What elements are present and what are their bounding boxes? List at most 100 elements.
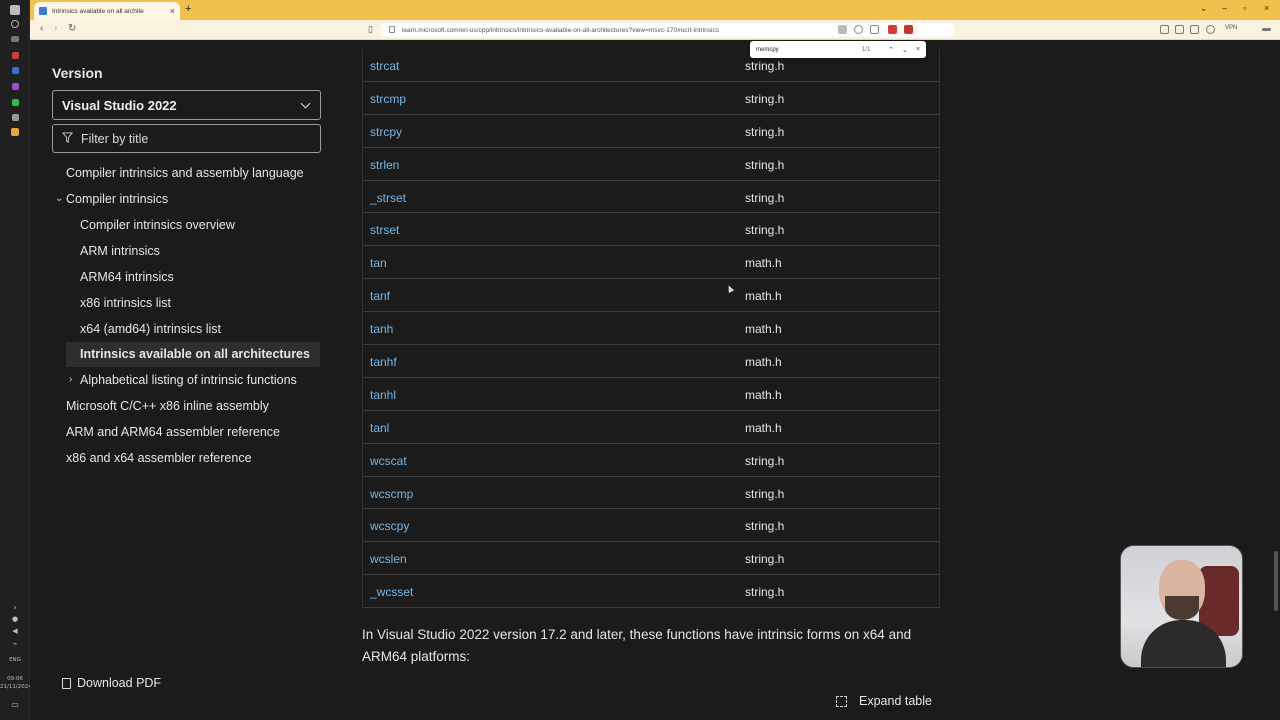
header-file-cell: math.h [745, 322, 782, 337]
version-label: Version [52, 65, 103, 81]
reader-mode-icon[interactable] [838, 25, 847, 34]
function-link[interactable]: wcscpy [370, 519, 409, 533]
app-icon-blue[interactable] [12, 67, 19, 74]
network-icon[interactable]: ⌁ [0, 641, 30, 648]
page-scrollbar[interactable] [1272, 41, 1280, 720]
extension-alert-icon[interactable] [904, 25, 913, 34]
extension-shield-icon[interactable] [888, 25, 897, 34]
notification-icon[interactable]: ▭ [0, 701, 30, 709]
function-link[interactable]: strlen [370, 158, 399, 172]
browser-app-icon[interactable] [11, 128, 19, 136]
tab-close-icon[interactable]: × [170, 6, 175, 16]
back-icon[interactable]: ‹ [40, 23, 43, 34]
function-link[interactable]: wcscat [370, 454, 407, 468]
downloads-icon[interactable] [1160, 25, 1169, 34]
toc-item-x86-intrinsics[interactable]: x86 intrinsics list [80, 296, 171, 310]
chevron-down-icon[interactable]: ⌄ [55, 193, 63, 204]
header-file-cell: math.h [745, 355, 782, 370]
function-link[interactable]: tanl [370, 421, 389, 435]
function-link[interactable]: tan [370, 256, 387, 270]
toc-item-arm-intrinsics[interactable]: ARM intrinsics [80, 244, 160, 258]
expand-table-button[interactable]: Expand table [836, 694, 932, 708]
volume-icon[interactable]: ◀ [0, 628, 30, 635]
toc-item-x86-inline-assembly[interactable]: Microsoft C/C++ x86 inline assembly [66, 399, 269, 413]
function-link[interactable]: wcscmp [370, 487, 413, 501]
zoom-icon[interactable] [854, 25, 863, 34]
table-row: tanl math.h [363, 410, 939, 444]
browser-tab-active[interactable]: Intrinsics available on all archite × [34, 2, 180, 20]
minimize-icon[interactable]: – [1222, 3, 1227, 13]
reload-icon[interactable]: ↻ [68, 23, 76, 34]
header-file-cell: string.h [745, 124, 785, 139]
header-file-cell: string.h [745, 157, 785, 172]
toc-item-all-architectures[interactable]: Intrinsics available on all architecture… [80, 347, 310, 361]
url-text[interactable]: learn.microsoft.com/en-us/cpp/intrinsics… [402, 27, 719, 34]
clock-date[interactable]: 21/11/2024 [0, 684, 32, 691]
search-icon[interactable] [11, 20, 19, 28]
tab-list-chevron-icon[interactable]: ⌄ [1200, 3, 1208, 14]
page-favicon-icon [39, 7, 47, 15]
download-pdf-link[interactable]: Download PDF [62, 676, 161, 690]
menu-icon[interactable] [1262, 28, 1271, 31]
function-link[interactable]: strcmp [370, 92, 406, 106]
app-icon-purple[interactable] [12, 83, 19, 90]
bookmark-icon[interactable]: ▯ [368, 24, 373, 35]
content-paragraph: In Visual Studio 2022 version 17.2 and l… [362, 627, 912, 664]
find-input[interactable]: memcpy [756, 47, 862, 53]
clock-time[interactable]: 09:06 [0, 676, 30, 683]
share-icon[interactable] [870, 25, 879, 34]
toc-item-compiler-intrinsics-overview[interactable]: Compiler intrinsics overview [80, 218, 235, 232]
function-link[interactable]: strset [370, 223, 399, 237]
maximize-icon[interactable]: ▫ [1243, 3, 1246, 13]
function-link[interactable]: strcpy [370, 125, 402, 139]
table-row: wcscmp string.h [363, 476, 939, 510]
function-link[interactable]: tanh [370, 322, 393, 336]
function-link[interactable]: tanf [370, 289, 390, 303]
toc-item-compiler-intrinsics-and-assembly[interactable]: Compiler intrinsics and assembly languag… [66, 166, 304, 180]
toc-item-arm-assembler-reference[interactable]: ARM and ARM64 assembler reference [66, 425, 280, 439]
language-indicator[interactable]: ENG [0, 657, 30, 664]
forward-icon[interactable]: › [54, 23, 57, 34]
wallet-icon[interactable] [1190, 25, 1199, 34]
toc-item-compiler-intrinsics[interactable]: Compiler intrinsics [66, 192, 168, 206]
chevron-right-icon[interactable]: › [69, 374, 72, 385]
close-window-icon[interactable]: × [1264, 3, 1269, 13]
taskview-icon[interactable] [11, 36, 19, 42]
function-link[interactable]: tanhl [370, 388, 396, 402]
function-link[interactable]: wcslen [370, 552, 407, 566]
tray-chevron-icon[interactable]: › [0, 604, 30, 612]
app-icon-gray[interactable] [12, 114, 19, 121]
scrollbar-thumb[interactable] [1274, 551, 1278, 611]
toc-item-x64-intrinsics[interactable]: x64 (amd64) intrinsics list [80, 322, 221, 336]
header-file-cell: string.h [745, 486, 785, 501]
vpn-button[interactable]: VPN [1225, 25, 1237, 31]
address-bar[interactable]: learn.microsoft.com/en-us/cpp/intrinsics… [380, 23, 955, 37]
toc-item-alphabetical-listing[interactable]: Alphabetical listing of intrinsic functi… [80, 373, 297, 387]
app-icon-red[interactable] [12, 52, 19, 59]
header-file-cell: math.h [745, 387, 782, 402]
find-previous-icon[interactable]: ⌃ [888, 46, 894, 54]
function-link[interactable]: _wcsset [370, 585, 413, 599]
header-file-cell: math.h [745, 256, 782, 271]
app-icon-green[interactable] [12, 99, 19, 106]
table-row: tanhl math.h [363, 377, 939, 411]
site-info-icon[interactable] [389, 26, 395, 33]
table-row: strcpy string.h [363, 114, 939, 148]
version-dropdown[interactable]: Visual Studio 2022 [52, 90, 321, 120]
function-link[interactable]: strcat [370, 59, 399, 73]
windows-start-icon[interactable] [10, 5, 20, 15]
heart-icon[interactable] [1206, 25, 1215, 34]
sidebar-icon[interactable] [1175, 25, 1184, 34]
microphone-icon[interactable]: ● [0, 616, 30, 623]
new-tab-icon[interactable]: + [185, 3, 191, 15]
toc-item-arm64-intrinsics[interactable]: ARM64 intrinsics [80, 270, 174, 284]
find-close-icon[interactable]: × [916, 46, 920, 53]
filter-input[interactable]: Filter by title [52, 124, 321, 153]
toc-item-x86-x64-assembler-reference[interactable]: x86 and x64 assembler reference [66, 451, 252, 465]
function-link[interactable]: tanhf [370, 355, 397, 369]
function-link[interactable]: _strset [370, 191, 406, 205]
pdf-icon [62, 677, 71, 689]
filter-placeholder: Filter by title [81, 131, 149, 146]
find-next-icon[interactable]: ⌄ [902, 46, 908, 54]
browser-navbar: ‹ › ↻ ▯ learn.microsoft.com/en-us/cpp/in… [30, 20, 1280, 40]
